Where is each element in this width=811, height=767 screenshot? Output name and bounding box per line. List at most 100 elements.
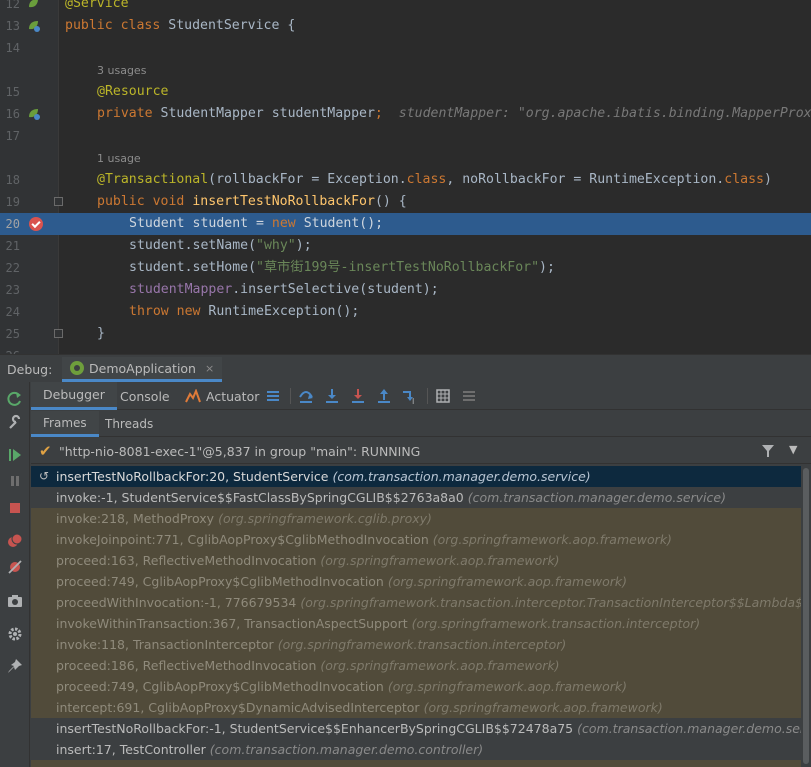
- stack-frame[interactable]: proceed:186, ReflectiveMethodInvocation …: [31, 655, 801, 676]
- frame-package: (org.springframework.transaction.interce…: [300, 595, 801, 610]
- camera-icon[interactable]: [6, 592, 24, 610]
- keyword: void: [152, 194, 185, 209]
- code-line-24[interactable]: 24 throw new RuntimeException();: [0, 301, 811, 323]
- rerun-icon[interactable]: [6, 390, 24, 408]
- stack-frame[interactable]: proceedWithInvocation:-1, 776679534 (org…: [31, 592, 801, 613]
- code-line-16[interactable]: 16 private StudentMapper studentMapper; …: [0, 103, 811, 125]
- spring-bean-icon[interactable]: [27, 0, 40, 10]
- frame-method: proceed:186, ReflectiveMethodInvocation: [56, 658, 317, 673]
- step-into-icon[interactable]: [323, 387, 341, 405]
- autowired-icon[interactable]: [27, 107, 40, 120]
- line-number: 16: [5, 107, 20, 121]
- fold-marker-icon[interactable]: [54, 197, 63, 206]
- frames-scrollbar[interactable]: [801, 466, 811, 767]
- stack-frame-selected[interactable]: ↺ insertTestNoRollbackFor:20, StudentServ…: [31, 466, 801, 487]
- stack-frame[interactable]: invokeJoinpoint:771, CglibAopProxy$Cglib…: [31, 529, 801, 550]
- frames-list[interactable]: ↺ insertTestNoRollbackFor:20, StudentServ…: [31, 466, 801, 767]
- annotation: @Transactional: [97, 172, 209, 187]
- thread-name: "http-nio-8081-exec-1"@5,837 in group "m…: [59, 444, 421, 459]
- frame-package: (org.springframework.aop.framework): [423, 700, 663, 715]
- scrollbar-thumb[interactable]: [803, 468, 809, 764]
- filter-icon[interactable]: [761, 444, 775, 458]
- code-line-19[interactable]: 19 public void insertTestNoRollbackFor()…: [0, 191, 811, 213]
- chevron-down-icon[interactable]: ▼: [789, 443, 797, 456]
- code-line-12[interactable]: 12 @Service: [0, 0, 811, 15]
- close-icon[interactable]: ×: [205, 362, 214, 375]
- trace-stream-icon[interactable]: [460, 387, 478, 405]
- fold-marker-icon[interactable]: [54, 329, 63, 338]
- hamburger-menu-icon[interactable]: [264, 387, 282, 405]
- breakpoint-icon[interactable]: [29, 217, 43, 231]
- stack-frame[interactable]: invoke:218, MethodProxy (org.springframe…: [31, 508, 801, 529]
- keyword: new: [271, 216, 296, 231]
- code-text: Student student =: [129, 216, 272, 231]
- annotation: @Resource: [97, 84, 169, 99]
- stack-frame[interactable]: proceed:749, CglibAopProxy$CglibMethodIn…: [31, 676, 801, 697]
- code-text: student.setName(: [129, 238, 257, 253]
- view-breakpoints-icon[interactable]: [6, 532, 24, 550]
- frame-package: (com.transaction.manager.demo.service): [332, 469, 591, 484]
- line-number: 26: [0, 345, 20, 354]
- code-line-20-current[interactable]: 20 Student student = new Student();: [0, 213, 811, 235]
- tab-debugger[interactable]: Debugger: [31, 382, 117, 410]
- line-number: 24: [5, 305, 20, 319]
- return-frame-icon: ↺: [39, 469, 50, 483]
- code-text: () {: [374, 194, 407, 209]
- stack-frame[interactable]: invokeWithinTransaction:367, Transaction…: [31, 613, 801, 634]
- run-config-tab[interactable]: DemoApplication ×: [62, 357, 223, 382]
- run-to-cursor-icon[interactable]: I: [401, 387, 419, 405]
- method-name: insertTestNoRollbackFor: [192, 194, 375, 209]
- string-literal: "why": [256, 238, 296, 253]
- pause-icon[interactable]: [6, 472, 24, 490]
- frame-method: invoke:118, TransactionInterceptor: [56, 637, 274, 652]
- stack-frame[interactable]: intercept:691, CglibAopProxy$DynamicAdvi…: [31, 697, 801, 718]
- usages-hint[interactable]: 3 usages: [97, 60, 146, 82]
- stack-frame[interactable]: proceed:749, CglibAopProxy$CglibMethodIn…: [31, 571, 801, 592]
- code-line-22[interactable]: 22 student.setHome("草市街199号-insertTestNo…: [0, 257, 811, 279]
- stack-frame[interactable]: insert:17, TestController (com.transacti…: [31, 739, 801, 760]
- code-line-25[interactable]: 25 }: [0, 323, 811, 345]
- code-line-18[interactable]: 18 @Transactional(rollbackFor = Exceptio…: [0, 169, 811, 191]
- frame-method: insertTestNoRollbackFor:-1, StudentServi…: [56, 721, 574, 736]
- debug-side-toolbar: [0, 382, 30, 767]
- frames-threads-tabs: Frames Threads: [31, 411, 811, 437]
- evaluate-expression-icon[interactable]: [434, 387, 452, 405]
- code-line-15[interactable]: 15 @Resource: [0, 81, 811, 103]
- code-text: );: [295, 238, 312, 253]
- spring-bean-icon[interactable]: [27, 19, 40, 32]
- stack-frame[interactable]: invoke:-1, StudentService$$FastClassBySp…: [31, 487, 801, 508]
- frame-method: insertTestNoRollbackFor:20, StudentServi…: [56, 469, 329, 484]
- tab-threads[interactable]: Threads: [105, 411, 153, 437]
- tab-frames[interactable]: Frames: [31, 411, 99, 437]
- frame-package: (com.transaction.manager.demo.service): [577, 721, 801, 736]
- frame-method: proceedWithInvocation:-1, 776679534: [56, 595, 297, 610]
- code-line-17[interactable]: 17: [0, 125, 811, 147]
- stack-frame[interactable]: [31, 760, 801, 767]
- annotation: @Service: [65, 0, 129, 11]
- code-editor[interactable]: 12 @Service 13 public class StudentServi…: [0, 0, 811, 354]
- tab-actuator[interactable]: Actuator: [185, 382, 259, 410]
- step-over-icon[interactable]: [297, 387, 315, 405]
- frame-package: (com.transaction.manager.demo.controller…: [209, 742, 484, 757]
- code-line-14[interactable]: 14: [0, 37, 811, 59]
- stack-frame[interactable]: invoke:118, TransactionInterceptor (org.…: [31, 634, 801, 655]
- stop-icon[interactable]: [6, 499, 24, 517]
- stack-frame[interactable]: proceed:163, ReflectiveMethodInvocation …: [31, 550, 801, 571]
- stack-frame[interactable]: insertTestNoRollbackFor:-1, StudentServi…: [31, 718, 801, 739]
- code-line-21[interactable]: 21 student.setName("why");: [0, 235, 811, 257]
- tab-console[interactable]: Console: [120, 382, 170, 410]
- pin-icon[interactable]: [6, 657, 24, 675]
- resume-icon[interactable]: [6, 446, 24, 464]
- usages-hint[interactable]: 1 usage: [97, 148, 141, 170]
- code-line-13[interactable]: 13 public class StudentService {: [0, 15, 811, 37]
- settings-gear-icon[interactable]: [6, 625, 24, 643]
- force-step-into-icon[interactable]: [349, 387, 367, 405]
- string-literal: "草市街199号-insertTestNoRollbackFor": [256, 260, 540, 275]
- thread-selector[interactable]: ✔ "http-nio-8081-exec-1"@5,837 in group …: [31, 438, 811, 464]
- code-line-26[interactable]: 26: [0, 345, 811, 354]
- step-out-icon[interactable]: [375, 387, 393, 405]
- mute-breakpoints-icon[interactable]: [6, 558, 24, 576]
- code-line-23[interactable]: 23 studentMapper.insertSelective(student…: [0, 279, 811, 301]
- code-text: (rollbackFor = Exception.: [208, 172, 407, 187]
- wrench-icon[interactable]: [6, 414, 24, 432]
